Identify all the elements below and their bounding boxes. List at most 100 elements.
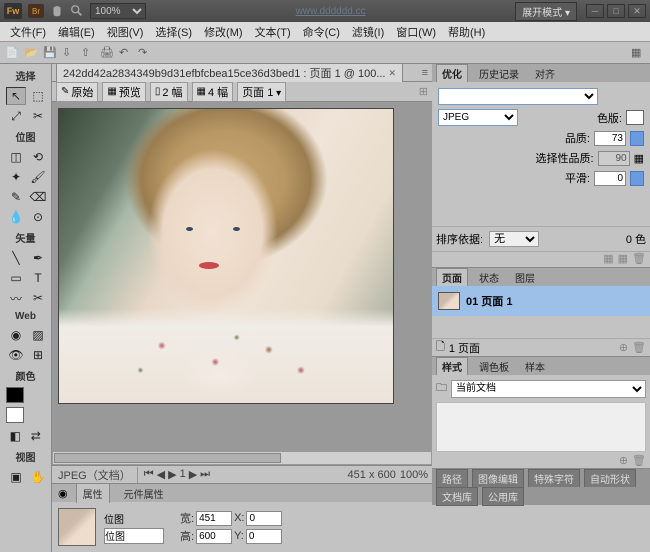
brush-tool[interactable]: 🖌 [28, 168, 48, 186]
swap-colors[interactable]: ⇄ [27, 427, 46, 445]
styles-tab[interactable]: 样式 [436, 357, 468, 375]
page-row[interactable]: 01 页面 1 [436, 290, 646, 312]
menu-file[interactable]: 文件(F) [4, 22, 52, 42]
pen-tool[interactable]: ✒ [28, 249, 48, 267]
swatches-tab[interactable]: 调色板 [474, 358, 514, 375]
line-tool[interactable]: ╲ [6, 249, 26, 267]
crop-tool[interactable]: ✂ [28, 107, 48, 125]
page-selector[interactable]: 页面 1 ▾ [237, 82, 286, 102]
align-tab[interactable]: 对齐 [530, 65, 560, 82]
menu-select[interactable]: 选择(S) [149, 22, 198, 42]
eraser-tool[interactable]: ⌫ [28, 188, 48, 206]
optimize-tab[interactable]: 优化 [436, 64, 468, 82]
palette-swatch[interactable] [626, 110, 644, 125]
style-doc-select[interactable]: 当前文档 [451, 380, 646, 398]
layers-tab[interactable]: 图层 [510, 269, 540, 286]
new-page-icon[interactable]: ⊕ [619, 341, 628, 354]
blur-tool[interactable]: 💧 [6, 208, 26, 226]
symbol-props-tab[interactable]: 元件属性 [118, 484, 170, 503]
y-input[interactable] [246, 529, 282, 544]
menu-edit[interactable]: 编辑(E) [52, 22, 101, 42]
freeform-tool[interactable]: 〰 [6, 289, 26, 307]
scale-tool[interactable]: ⤢ [6, 107, 26, 125]
marquee-tool[interactable]: ◫ [6, 148, 26, 166]
default-colors[interactable]: ◧ [6, 427, 25, 445]
panel-toggle-icon[interactable]: ▦ [630, 45, 646, 61]
redo-icon[interactable]: ↷ [137, 45, 153, 61]
lasso-tool[interactable]: ⟲ [28, 148, 48, 166]
hide-tool[interactable]: 👁 [6, 346, 26, 364]
stroke-color[interactable] [6, 387, 24, 403]
prev-frame-icon[interactable]: ◀ [157, 468, 165, 481]
opt-trash-icon[interactable]: 🗑 [632, 252, 646, 267]
hotspot-tool[interactable]: ◉ [6, 326, 26, 344]
sel-quality-icon[interactable]: ▦ [634, 152, 644, 165]
menu-commands[interactable]: 命令(C) [297, 22, 346, 42]
frame-controls[interactable]: ⏮ ◀ ▶ 1 ▶ ⏭ [138, 468, 216, 481]
save-icon[interactable]: 💾 [42, 45, 58, 61]
samples-tab[interactable]: 样本 [520, 358, 550, 375]
pages-tab[interactable]: 页面 [436, 268, 468, 286]
width-input[interactable] [196, 511, 232, 526]
doc-lib-tab[interactable]: 文档库 [436, 487, 478, 506]
hand-icon[interactable] [50, 4, 64, 18]
hand-tool[interactable]: ✋ [28, 468, 48, 486]
canvas-image[interactable] [58, 108, 394, 404]
knife-tool[interactable]: ✂ [28, 289, 48, 307]
bridge-icon[interactable]: Br [28, 4, 44, 18]
document-tab[interactable]: 242dd42a2834349b9d31efbfcbea15ce36d3bed1… [56, 63, 403, 82]
slice-tool[interactable]: ▨ [28, 326, 48, 344]
original-button[interactable]: ✎ 原始 [56, 82, 98, 102]
special-char-tab[interactable]: 特殊字符 [528, 469, 580, 488]
styles-list[interactable] [436, 402, 646, 452]
object-name-input[interactable] [104, 528, 164, 544]
smooth-spinner[interactable] [630, 171, 644, 186]
format-select[interactable]: JPEG [438, 109, 518, 126]
text-tool[interactable]: T [28, 269, 48, 287]
history-tab[interactable]: 历史记录 [474, 65, 524, 82]
next-frame-icon[interactable]: ▶ [189, 468, 197, 481]
undo-icon[interactable]: ↶ [118, 45, 134, 61]
workspace-mode[interactable]: 展开模式 ▾ [515, 2, 577, 21]
menu-help[interactable]: 帮助(H) [442, 22, 491, 42]
zoom-select[interactable]: 100% [90, 3, 146, 19]
menu-modify[interactable]: 修改(M) [198, 22, 249, 42]
x-input[interactable] [246, 511, 282, 526]
print-icon[interactable]: 🖨 [99, 45, 115, 61]
wand-tool[interactable]: ✦ [6, 168, 26, 186]
menu-filters[interactable]: 滤镜(I) [346, 22, 390, 42]
quality-spinner[interactable] [630, 131, 644, 146]
smooth-input[interactable] [594, 171, 626, 186]
opt-icon-2[interactable]: ▦ [618, 252, 628, 267]
minimize-button[interactable]: ─ [586, 4, 604, 18]
screen-mode[interactable]: ▣ [6, 468, 26, 486]
stamp-tool[interactable]: ⊙ [28, 208, 48, 226]
menu-text[interactable]: 文本(T) [249, 22, 297, 42]
path-tab[interactable]: 路径 [436, 469, 468, 488]
subselect-tool[interactable]: ⬚ [28, 87, 48, 105]
new-icon[interactable]: 📄 [4, 45, 20, 61]
rect-tool[interactable]: ▭ [6, 269, 26, 287]
close-tab-icon[interactable]: ✕ [389, 68, 397, 79]
height-input[interactable] [196, 529, 232, 544]
last-frame-icon[interactable]: ⏭ [200, 468, 210, 481]
pointer-tool[interactable]: ↖ [6, 87, 26, 105]
status-zoom[interactable]: 100% [400, 469, 428, 481]
maximize-button[interactable]: □ [607, 4, 625, 18]
export-icon[interactable]: ⇧ [80, 45, 96, 61]
close-button[interactable]: ✕ [628, 4, 646, 18]
show-tool[interactable]: ⊞ [28, 346, 48, 364]
import-icon[interactable]: ⇩ [61, 45, 77, 61]
fill-color[interactable] [6, 407, 24, 423]
h-scrollbar[interactable] [52, 451, 432, 465]
common-lib-tab[interactable]: 公用库 [482, 487, 524, 506]
panel-toggle-icon[interactable]: ◉ [58, 487, 68, 500]
preset-select[interactable] [438, 88, 598, 105]
tab-menu-icon[interactable]: ≡ [422, 67, 428, 79]
zoom-icon[interactable] [70, 4, 84, 18]
pencil-tool[interactable]: ✎ [6, 188, 26, 206]
menu-view[interactable]: 视图(V) [101, 22, 150, 42]
delete-page-icon[interactable]: 🗑 [632, 341, 646, 354]
sort-select[interactable]: 无 [489, 231, 539, 247]
image-edit-tab[interactable]: 图像编辑 [472, 469, 524, 488]
